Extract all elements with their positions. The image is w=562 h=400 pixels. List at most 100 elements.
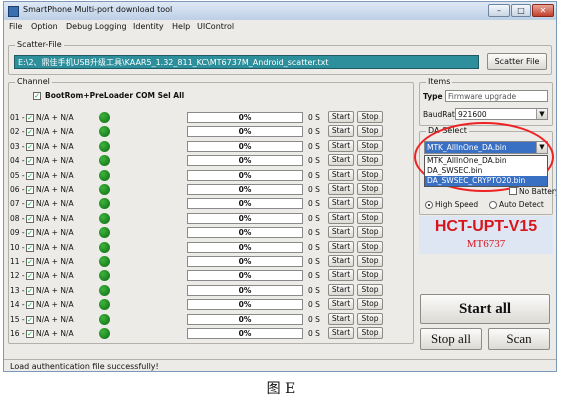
- channel-checkbox[interactable]: ✓: [26, 171, 34, 180]
- channel-checkbox[interactable]: ✓: [26, 315, 34, 324]
- elapsed-time: 0 S: [308, 300, 320, 310]
- channel-checkbox[interactable]: ✓: [26, 214, 34, 223]
- brand-panel: HCT-UPT-V15 MT6737: [419, 216, 553, 254]
- channel-start-button[interactable]: Start: [328, 111, 354, 123]
- channel-stop-button[interactable]: Stop: [357, 269, 383, 282]
- auto-detect-radio[interactable]: [489, 201, 497, 209]
- channel-port-name: N/A + N/A: [36, 314, 74, 324]
- channel-row: 14 - ✓ N/A + N/A 0% 0 S Start Stop: [4, 298, 414, 312]
- menu-uicontrol[interactable]: UIControl: [197, 22, 234, 31]
- channel-checkbox[interactable]: ✓: [26, 243, 34, 252]
- menu-option[interactable]: Option: [31, 22, 58, 31]
- close-button[interactable]: ✕: [532, 4, 554, 17]
- channel-start-button[interactable]: Start: [328, 255, 354, 267]
- elapsed-time: 0 S: [308, 199, 320, 209]
- elapsed-time: 0 S: [308, 271, 320, 281]
- da-option[interactable]: MTK_AllInOne_DA.bin: [425, 156, 547, 166]
- type-dropdown[interactable]: Firmware upgrade: [445, 90, 548, 102]
- channel-start-button[interactable]: Start: [328, 211, 354, 224]
- channel-checkbox[interactable]: ✓: [26, 301, 34, 310]
- channel-number: 05 -: [10, 170, 25, 180]
- channel-port-name: N/A + N/A: [36, 242, 74, 252]
- channel-stop-button[interactable]: Stop: [357, 197, 383, 210]
- progress-bar: 0%: [187, 126, 303, 138]
- channel-start-button[interactable]: Start: [328, 226, 354, 239]
- channel-start-button[interactable]: Start: [328, 125, 354, 138]
- channel-start-button[interactable]: Start: [328, 327, 354, 339]
- menu-identity[interactable]: Identity: [133, 22, 164, 31]
- channel-start-button[interactable]: Start: [328, 154, 354, 167]
- channel-row: 06 - ✓ N/A + N/A 0% 0 S Start Stop: [4, 183, 414, 197]
- channel-stop-button[interactable]: Stop: [357, 139, 383, 152]
- menu-file[interactable]: File: [9, 22, 22, 31]
- channel-checkbox[interactable]: ✓: [26, 186, 34, 194]
- channel-stop-button[interactable]: Stop: [357, 125, 383, 138]
- channel-start-button[interactable]: Start: [328, 183, 354, 195]
- high-speed-radio[interactable]: [425, 201, 433, 209]
- scan-button[interactable]: Scan: [488, 328, 550, 350]
- elapsed-time: 0 S: [308, 170, 320, 180]
- channel-row: 10 - ✓ N/A + N/A 0% 0 S Start Stop: [4, 240, 414, 255]
- title-bar[interactable]: SmartPhone Multi-port download tool – □ …: [4, 2, 556, 20]
- elapsed-time: 0 S: [308, 113, 320, 122]
- channel-stop-button[interactable]: Stop: [357, 226, 383, 239]
- type-label: Type: [423, 92, 443, 101]
- menu-debug-logging[interactable]: Debug Logging: [66, 22, 127, 31]
- channel-checkbox[interactable]: ✓: [26, 272, 34, 281]
- channel-stop-button[interactable]: Stop: [357, 111, 383, 123]
- channel-start-button[interactable]: Start: [328, 269, 354, 282]
- channel-checkbox[interactable]: ✓: [26, 128, 34, 137]
- start-all-button[interactable]: Start all: [420, 294, 550, 324]
- channel-start-button[interactable]: Start: [328, 197, 354, 210]
- channel-stop-button[interactable]: Stop: [357, 211, 383, 224]
- channel-stop-button[interactable]: Stop: [357, 312, 383, 325]
- channel-start-button[interactable]: Start: [328, 168, 354, 181]
- channel-checkbox[interactable]: ✓: [26, 229, 34, 238]
- channel-port-name: N/A + N/A: [36, 127, 74, 137]
- minimize-button[interactable]: –: [488, 4, 510, 17]
- channel-number: 10 -: [10, 242, 25, 252]
- channel-stop-button[interactable]: Stop: [357, 168, 383, 181]
- da-option[interactable]: DA_SWSEC.bin: [425, 166, 547, 176]
- channel-start-button[interactable]: Start: [328, 240, 354, 253]
- status-led-icon: [99, 328, 110, 339]
- channel-stop-button[interactable]: Stop: [357, 240, 383, 253]
- status-led-icon: [99, 140, 110, 152]
- com-sel-all-checkbox[interactable]: ✓: [33, 92, 41, 100]
- progress-bar: 0%: [187, 198, 303, 210]
- channel-checkbox[interactable]: ✓: [26, 114, 34, 122]
- channel-start-button[interactable]: Start: [328, 312, 354, 325]
- channel-stop-button[interactable]: Stop: [357, 255, 383, 267]
- scatter-file-button[interactable]: Scatter File: [487, 53, 547, 70]
- channel-checkbox[interactable]: ✓: [26, 286, 34, 295]
- channel-number: 02 -: [10, 127, 25, 137]
- channel-start-button[interactable]: Start: [328, 283, 354, 296]
- menu-help[interactable]: Help: [172, 22, 190, 31]
- channel-checkbox[interactable]: ✓: [26, 258, 34, 266]
- channel-stop-button[interactable]: Stop: [357, 154, 383, 167]
- no-battery-checkbox[interactable]: [509, 187, 517, 195]
- da-option-highlighted[interactable]: DA_SWSEC_CRYPTO20.bin: [425, 176, 547, 186]
- auto-detect-label: Auto Detect: [499, 200, 544, 209]
- channel-number: 09 -: [10, 228, 25, 238]
- channel-stop-button[interactable]: Stop: [357, 183, 383, 195]
- channel-row: 13 - ✓ N/A + N/A 0% 0 S Start Stop: [4, 283, 414, 298]
- channel-stop-button[interactable]: Stop: [357, 283, 383, 296]
- baudrate-label: BaudRate: [423, 110, 460, 119]
- progress-bar: 0%: [187, 140, 303, 152]
- channel-stop-button[interactable]: Stop: [357, 327, 383, 339]
- baudrate-dropdown[interactable]: 921600 ▼: [455, 108, 548, 120]
- channel-start-button[interactable]: Start: [328, 139, 354, 152]
- channel-checkbox[interactable]: ✓: [26, 142, 34, 151]
- channel-port-name: N/A + N/A: [36, 156, 74, 166]
- channel-checkbox[interactable]: ✓: [26, 200, 34, 209]
- stop-all-button[interactable]: Stop all: [420, 328, 482, 350]
- channel-row: 07 - ✓ N/A + N/A 0% 0 S Start Stop: [4, 197, 414, 211]
- channel-checkbox[interactable]: ✓: [26, 330, 34, 338]
- channel-start-button[interactable]: Start: [328, 298, 354, 311]
- scatter-path-field[interactable]: E:\2、鼎佳手机USB升级工具\KAAR5_1.32_811_KC\MT673…: [14, 55, 479, 69]
- channel-stop-button[interactable]: Stop: [357, 298, 383, 311]
- progress-bar: 0%: [187, 241, 303, 253]
- channel-checkbox[interactable]: ✓: [26, 157, 34, 166]
- maximize-button[interactable]: □: [511, 4, 531, 17]
